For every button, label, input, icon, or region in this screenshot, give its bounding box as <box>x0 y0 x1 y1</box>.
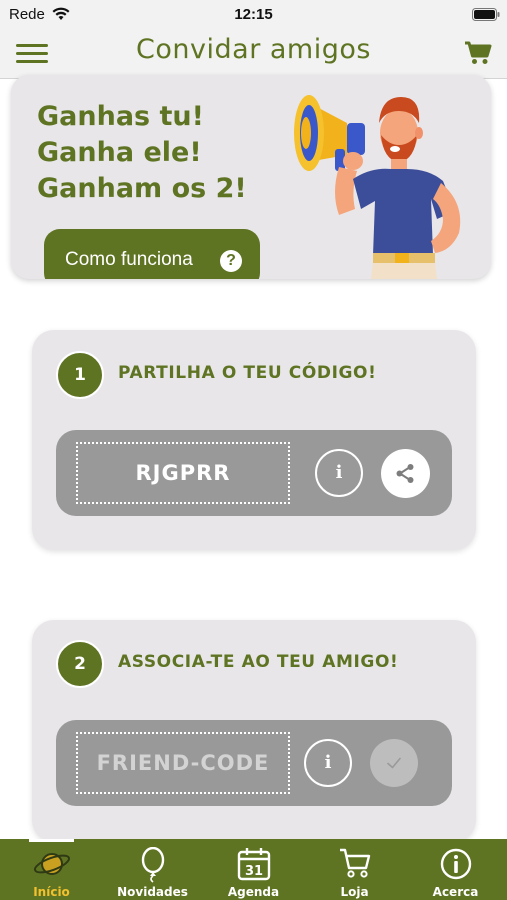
tab-acerca[interactable]: Acerca <box>405 839 506 900</box>
shopping-cart-icon[interactable] <box>464 40 492 66</box>
my-code-panel: RJGPRR i <box>56 430 452 516</box>
link-info-button[interactable]: i <box>304 739 352 787</box>
share-icon <box>396 464 414 483</box>
planet-icon <box>33 853 70 875</box>
checkmark-icon <box>387 757 401 769</box>
tab-acerca-label: Acerca <box>432 885 479 899</box>
step-2-badge: 2 <box>56 640 104 688</box>
info-circle-icon <box>440 848 471 880</box>
tab-loja[interactable]: Loja <box>304 839 405 900</box>
tab-inicio-label: Início <box>33 885 70 899</box>
step-2-title: ASSOCIA-TE AO TEU AMIGO! <box>118 652 399 672</box>
battery-icon <box>472 8 500 21</box>
share-info-button[interactable]: i <box>315 449 363 497</box>
invite-friends-screen: Rede 12:15 Convidar amigos Ganhas tu! Ga… <box>0 0 507 900</box>
confirm-friend-code-button[interactable] <box>370 739 418 787</box>
help-icon: ? <box>220 250 242 272</box>
cart-icon <box>339 848 370 878</box>
tab-novidades[interactable]: Novidades <box>102 839 203 900</box>
my-referral-code[interactable]: RJGPRR <box>76 442 290 504</box>
how-it-works-button[interactable]: Como funciona ? <box>44 229 260 279</box>
balloon-icon <box>141 847 164 883</box>
tab-inicio[interactable]: Início <box>1 839 102 900</box>
banner-line-2: Ganha ele! <box>37 137 202 168</box>
friend-code-panel: FRIEND-CODE i <box>56 720 452 806</box>
tab-novidades-label: Novidades <box>117 885 188 899</box>
status-bar: Rede 12:15 <box>0 0 507 30</box>
tab-loja-label: Loja <box>340 885 369 899</box>
step-1-badge: 1 <box>56 351 104 399</box>
banner-line-3: Ganham os 2! <box>37 173 247 204</box>
promo-banner: Ganhas tu! Ganha ele! Ganham os 2! Como … <box>11 75 491 279</box>
how-it-works-label: Como funciona <box>65 249 193 270</box>
man-with-megaphone-illustration <box>294 95 461 279</box>
navigation-bar: Convidar amigos <box>0 30 507 79</box>
status-time: 12:15 <box>234 6 273 23</box>
banner-line-1: Ganhas tu! <box>37 101 204 132</box>
page-title: Convidar amigos <box>136 34 371 65</box>
share-code-card: 1 PARTILHA O TEU CÓDIGO! RJGPRR i <box>32 330 476 550</box>
bottom-tab-bar: Início Novidades 31 Agenda Loja Acerca <box>0 839 507 900</box>
calendar-icon: 31 <box>237 848 270 881</box>
active-tab-indicator <box>29 839 74 842</box>
step-1-title: PARTILHA O TEU CÓDIGO! <box>118 363 377 383</box>
link-friend-card: 2 ASSOCIA-TE AO TEU AMIGO! FRIEND-CODE i <box>32 620 476 842</box>
tab-agenda-label: Agenda <box>227 885 280 899</box>
calendar-day: 31 <box>244 864 262 879</box>
tab-agenda[interactable]: 31 Agenda <box>203 839 304 900</box>
friend-code-input[interactable]: FRIEND-CODE <box>76 732 290 794</box>
share-button[interactable] <box>381 449 430 498</box>
